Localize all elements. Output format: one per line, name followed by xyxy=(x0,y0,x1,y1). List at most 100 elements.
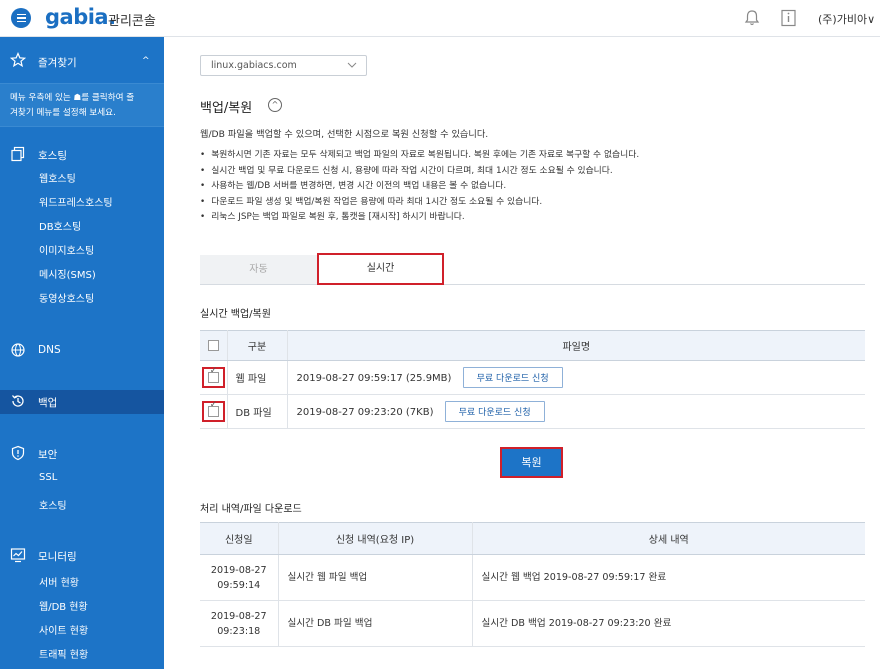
favorites-description-line: 메뉴 우측에 있는 ☗를 클릭하여 즐 xyxy=(10,93,135,103)
sidebar-subitem-webdb-status[interactable]: 웹/DB 현황 xyxy=(39,598,88,613)
table-row: 2019-08-27 09:23:18 실시간 DB 파일 백업 실시간 DB … xyxy=(200,600,865,647)
monitor-chart-icon xyxy=(10,548,26,563)
free-download-button[interactable]: 무료 다운로드 신청 xyxy=(462,367,563,388)
column-header-type: 구분 xyxy=(227,330,288,361)
row-file-cell: 2019-08-27 09:23:20 (7KB) 무료 다운로드 신청 xyxy=(287,394,865,429)
gabia-logo[interactable]: gabia. xyxy=(45,5,116,29)
collapse-icon[interactable]: ^ xyxy=(268,98,282,112)
row-checkbox-db[interactable] xyxy=(207,406,219,417)
sidebar-favorites[interactable]: 즐겨찾기 ^ xyxy=(0,50,164,74)
globe-icon xyxy=(11,343,25,357)
notice-item: 실시간 백업 및 무료 다운로드 신청 시, 용량에 따라 작업 시간이 다르며… xyxy=(200,164,639,180)
column-header-date: 신청일 xyxy=(200,522,279,555)
row-file: 2019-08-27 09:23:20 (7KB) xyxy=(296,407,434,418)
notice-item: 다운로드 파일 생성 및 백업/복원 작업은 용량에 따라 최대 1시간 정도 … xyxy=(200,195,639,211)
chevron-down-icon xyxy=(347,62,357,68)
table-row: 2019-08-27 09:59:14 실시간 웹 파일 백업 실시간 웹 백업… xyxy=(200,554,865,601)
table-row: DB 파일 2019-08-27 09:23:20 (7KB) 무료 다운로드 … xyxy=(200,394,865,429)
sidebar-item-security[interactable]: 보안 xyxy=(0,442,164,466)
notice-list: 복원하시면 기존 자료는 모두 삭제되고 백업 파일의 자료로 복원됩니다. 복… xyxy=(200,148,639,226)
sidebar-item-dns[interactable]: DNS xyxy=(0,339,164,363)
sidebar-item-backup[interactable]: 백업 xyxy=(0,390,164,414)
tab-live[interactable]: 실시간 xyxy=(317,253,444,285)
intro-text: 웹/DB 파일을 백업할 수 있으며, 선택한 시점으로 복원 신청할 수 있습… xyxy=(200,129,489,140)
sidebar-subitem-web-hosting[interactable]: 웹호스팅 xyxy=(39,170,76,185)
row-check-cell xyxy=(200,394,228,429)
notice-item: 사용하는 웹/DB 서버를 변경하면, 변경 시간 이전의 백업 내용은 볼 수… xyxy=(200,179,639,195)
table-header-row: 신청일 신청 내역(요청 IP) 상세 내역 xyxy=(200,522,865,555)
backup-tabs: 자동 실시간 xyxy=(200,253,865,285)
restore-button[interactable]: 복원 xyxy=(500,447,563,478)
sidebar-item-monitoring[interactable]: 모니터링 xyxy=(0,544,164,568)
chevron-up-icon[interactable]: ^ xyxy=(142,56,150,66)
history-date-cell: 2019-08-27 09:59:14 xyxy=(200,554,279,601)
history-request: 실시간 웹 파일 백업 xyxy=(278,554,473,601)
user-menu[interactable]: (주)가비아∨ xyxy=(818,11,875,27)
row-type: DB 파일 xyxy=(227,394,288,429)
sidebar-subitem-wordpress-hosting[interactable]: 워드프레스호스팅 xyxy=(39,194,113,209)
select-all-cell xyxy=(200,330,228,361)
history-detail: 실시간 DB 백업 2019-08-27 09:23:20 완료 xyxy=(472,600,865,647)
row-file: 2019-08-27 09:59:17 (25.9MB) xyxy=(296,373,452,384)
domain-select-value: linux.gabiacs.com xyxy=(211,60,297,71)
top-bar: gabia. 관리콘솔 (주)가비아∨ xyxy=(0,0,880,37)
star-icon xyxy=(10,52,26,68)
notice-item: 리눅스 JSP는 백업 파일로 복원 후, 톰캣을 [재시작] 하시기 바랍니다… xyxy=(200,210,639,226)
page-title: 백업/복원 xyxy=(200,101,253,116)
row-check-cell xyxy=(200,360,228,395)
user-name: (주)가비아 xyxy=(818,13,868,26)
column-header-request: 신청 내역(요청 IP) xyxy=(278,522,473,555)
menu-icon[interactable] xyxy=(11,8,31,28)
tab-auto[interactable]: 자동 xyxy=(200,255,317,284)
sidebar-subitem-sms[interactable]: 메시징(SMS) xyxy=(39,266,96,281)
backup-files-table: 구분 파일명 웹 파일 2019-08-27 09:59:17 (25.9MB)… xyxy=(200,330,865,429)
sidebar-subitem-ssl[interactable]: SSL xyxy=(39,472,57,483)
sidebar-subitem-site-status[interactable]: 사이트 현황 xyxy=(39,622,88,637)
table-row: 웹 파일 2019-08-27 09:59:17 (25.9MB) 무료 다운로… xyxy=(200,360,865,395)
sidebar-item-label: 백업 xyxy=(38,397,58,409)
history-request: 실시간 DB 파일 백업 xyxy=(278,600,473,647)
sidebar-item-hosting[interactable]: 호스팅 xyxy=(0,143,164,167)
row-type: 웹 파일 xyxy=(227,360,288,395)
column-header-filename: 파일명 xyxy=(287,330,865,361)
shield-icon xyxy=(11,445,25,461)
row-file-cell: 2019-08-27 09:59:17 (25.9MB) 무료 다운로드 신청 xyxy=(287,360,865,395)
sidebar-subitem-db-hosting[interactable]: DB호스팅 xyxy=(39,218,81,233)
sidebar-subitem-traffic-status[interactable]: 트래픽 현황 xyxy=(39,646,88,661)
row-checkbox-web[interactable] xyxy=(207,372,219,383)
history-date: 2019-08-27 xyxy=(210,564,267,576)
copy-icon xyxy=(11,146,25,162)
sidebar-subitem-security-hosting[interactable]: 호스팅 xyxy=(39,497,67,512)
history-detail: 실시간 웹 백업 2019-08-27 09:59:17 완료 xyxy=(472,554,865,601)
sidebar-subitem-video-hosting[interactable]: 동영상호스팅 xyxy=(39,290,94,305)
history-table: 신청일 신청 내역(요청 IP) 상세 내역 2019-08-27 09:59:… xyxy=(200,522,865,647)
history-icon xyxy=(12,395,24,407)
main-content: linux.gabiacs.com 백업/복원 ^ 웹/DB 파일을 백업할 수… xyxy=(164,37,880,669)
checkbox-highlight xyxy=(201,367,225,388)
sidebar-item-label: 모니터링 xyxy=(38,551,77,563)
history-time: 09:59:14 xyxy=(217,579,261,591)
history-date-cell: 2019-08-27 09:23:18 xyxy=(200,600,279,647)
select-all-checkbox[interactable] xyxy=(207,339,219,351)
favorites-description-line: 겨찾기 메뉴를 설정해 보세요. xyxy=(10,108,116,118)
sidebar-subitem-image-hosting[interactable]: 이미지호스팅 xyxy=(39,242,94,257)
sidebar-subitem-server-status[interactable]: 서버 현황 xyxy=(39,574,79,589)
domain-select[interactable]: linux.gabiacs.com xyxy=(200,55,367,76)
sidebar-favorites-label: 즐겨찾기 xyxy=(38,57,77,69)
history-time: 09:23:18 xyxy=(217,625,261,637)
checkbox-highlight xyxy=(201,401,225,422)
sidebar-item-label: DNS xyxy=(38,344,61,356)
info-icon[interactable] xyxy=(780,9,797,27)
console-title: 관리콘솔 xyxy=(108,14,156,29)
history-section-title: 처리 내역/파일 다운로드 xyxy=(200,504,302,515)
free-download-button[interactable]: 무료 다운로드 신청 xyxy=(444,401,545,422)
sidebar-item-label: 호스팅 xyxy=(38,150,67,162)
column-header-detail: 상세 내역 xyxy=(472,522,865,555)
chevron-down-icon: ∨ xyxy=(867,13,876,26)
bell-icon[interactable] xyxy=(743,9,761,27)
sidebar: 즐겨찾기 ^ 메뉴 우측에 있는 ☗를 클릭하여 즐 겨찾기 메뉴를 설정해 보… xyxy=(0,37,164,669)
table-header-row: 구분 파일명 xyxy=(200,330,865,361)
sidebar-item-label: 보안 xyxy=(38,449,58,461)
notice-item: 복원하시면 기존 자료는 모두 삭제되고 백업 파일의 자료로 복원됩니다. 복… xyxy=(200,148,639,164)
live-section-title: 실시간 백업/복원 xyxy=(200,309,271,320)
